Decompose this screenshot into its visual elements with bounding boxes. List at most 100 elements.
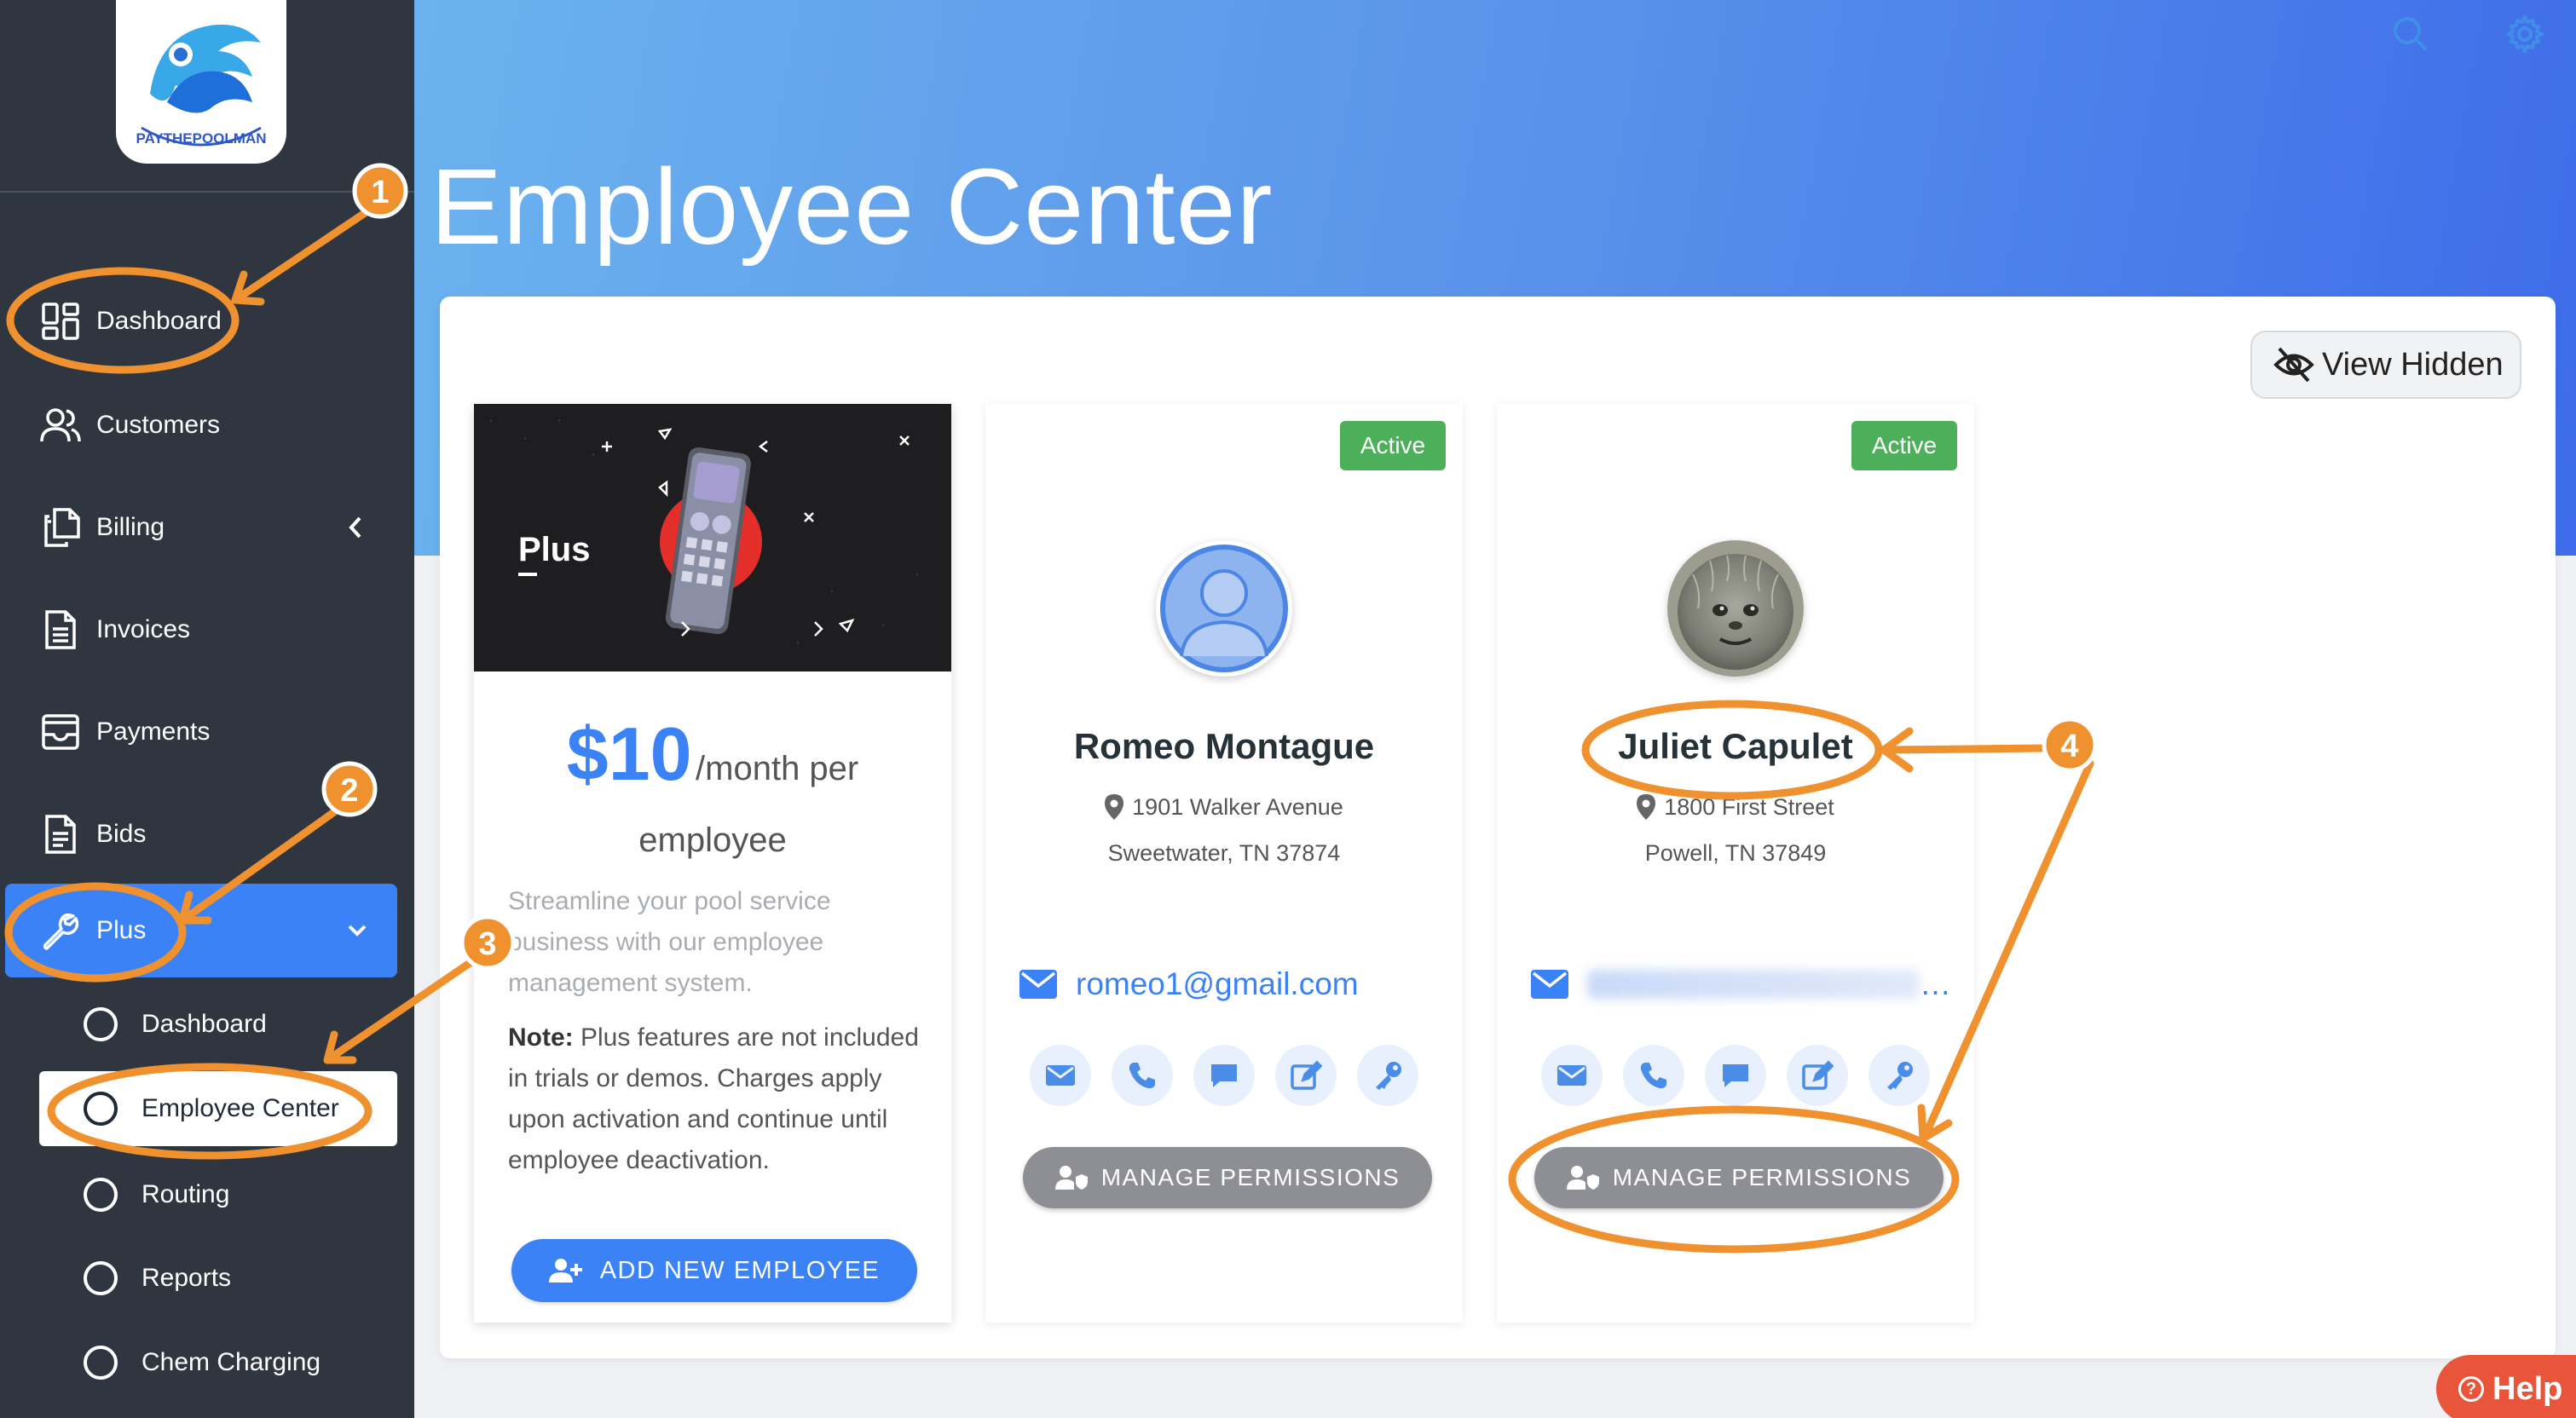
sidebar-item-label: Plus bbox=[96, 916, 147, 944]
plus-banner-image: Plus bbox=[474, 404, 951, 672]
edit-button[interactable] bbox=[1787, 1045, 1848, 1106]
sidebar-subitem-label: Chem Charging bbox=[142, 1348, 321, 1376]
key-icon bbox=[1376, 1062, 1401, 1090]
circle-icon bbox=[84, 1346, 118, 1380]
sidebar-item-payments[interactable]: Payments bbox=[0, 685, 414, 779]
view-hidden-label: View Hidden bbox=[2322, 346, 2504, 383]
redacted-email bbox=[1587, 970, 1920, 999]
envelope-icon bbox=[1557, 1065, 1586, 1086]
add-new-employee-label: ADD NEW EMPLOYEE bbox=[599, 1256, 881, 1284]
employee-email-text: … bbox=[1920, 966, 1951, 1001]
company-logo[interactable]: PAYTHEPOOLMAN bbox=[116, 0, 286, 164]
plus-note-label: Note: bbox=[508, 1023, 574, 1052]
sidebar-item-label: Dashboard bbox=[96, 307, 222, 335]
pool-splash-logo-icon: PAYTHEPOOLMAN bbox=[136, 24, 267, 147]
sidebar: PAYTHEPOOLMAN Dashboard Customers Billin… bbox=[0, 0, 414, 1418]
price-row: $10 /month per bbox=[474, 711, 951, 798]
employee-address-line2: Sweetwater, TN 37874 bbox=[1107, 840, 1341, 866]
search-icon[interactable] bbox=[2390, 14, 2431, 55]
send-email-button[interactable] bbox=[1541, 1045, 1603, 1106]
sidebar-item-label: Customers bbox=[96, 411, 221, 439]
phone-icon bbox=[1640, 1063, 1666, 1089]
phone-icon bbox=[1129, 1063, 1155, 1089]
employee-action-icons bbox=[1030, 1045, 1439, 1106]
add-new-employee-button[interactable]: ADD NEW EMPLOYEE bbox=[511, 1239, 917, 1302]
sidebar-item-dashboard[interactable]: Dashboard bbox=[0, 274, 414, 368]
sidebar-item-plus[interactable]: Plus bbox=[5, 884, 397, 977]
employee-name: Juliet Capulet bbox=[1618, 726, 1853, 766]
call-button[interactable] bbox=[1623, 1045, 1684, 1106]
users-icon bbox=[40, 408, 81, 442]
sidebar-item-label: Bids bbox=[96, 820, 147, 848]
price-unit-continued: employee bbox=[638, 821, 787, 859]
eye-slash-icon bbox=[2273, 347, 2314, 383]
envelope-icon bbox=[1046, 1065, 1075, 1086]
sidebar-item-customers[interactable]: Customers bbox=[0, 378, 414, 472]
employee-address-line1: 1800 First Street bbox=[1497, 794, 1974, 821]
user-plus-icon bbox=[548, 1259, 582, 1283]
plus-banner-text: Plus bbox=[518, 531, 590, 568]
sidebar-subitem-routing[interactable]: Routing bbox=[39, 1157, 397, 1232]
map-pin-icon bbox=[1637, 794, 1656, 820]
chat-icon bbox=[1211, 1064, 1237, 1087]
price-unit: /month per bbox=[696, 750, 859, 787]
call-button[interactable] bbox=[1112, 1045, 1173, 1106]
edit-icon bbox=[1802, 1060, 1834, 1090]
circle-icon bbox=[84, 1007, 118, 1041]
plus-promo-card: Plus $10 /month per employee Streamline … bbox=[474, 404, 951, 1323]
manage-permissions-button[interactable]: MANAGE PERMISSIONS bbox=[1534, 1147, 1944, 1208]
employee-email[interactable]: romeo1@gmail.com bbox=[1019, 966, 1446, 1002]
message-button[interactable] bbox=[1705, 1045, 1766, 1106]
avatar[interactable] bbox=[1667, 540, 1804, 677]
manage-permissions-button[interactable]: MANAGE PERMISSIONS bbox=[1023, 1147, 1432, 1208]
sidebar-item-invoices[interactable]: Invoices bbox=[0, 583, 414, 677]
employee-address-line2: Powell, TN 37849 bbox=[1644, 840, 1827, 866]
sidebar-item-billing[interactable]: Billing bbox=[0, 481, 414, 574]
copy-documents-icon bbox=[44, 508, 80, 547]
employee-email-text: romeo1@gmail.com bbox=[1076, 966, 1359, 1001]
sidebar-item-bids[interactable]: Bids bbox=[0, 787, 414, 881]
key-icon bbox=[1887, 1062, 1913, 1090]
gear-icon[interactable] bbox=[2504, 14, 2545, 55]
edit-button[interactable] bbox=[1275, 1045, 1337, 1106]
sidebar-subitem-reports[interactable]: Reports bbox=[39, 1241, 397, 1316]
employee-email[interactable]: … bbox=[1531, 966, 1957, 1002]
employee-address-line1: 1901 Walker Avenue bbox=[985, 794, 1463, 821]
sidebar-subitem-label: Routing bbox=[142, 1180, 230, 1208]
logo-text: PAYTHEPOOLMAN bbox=[136, 130, 266, 147]
message-button[interactable] bbox=[1193, 1045, 1255, 1106]
help-label: Help bbox=[2492, 1370, 2563, 1407]
password-key-button[interactable] bbox=[1357, 1045, 1418, 1106]
sidebar-subitem-chem-charging[interactable]: Chem Charging bbox=[39, 1325, 397, 1400]
chevron-down-icon[interactable] bbox=[343, 916, 372, 945]
help-button[interactable]: ? Help bbox=[2436, 1355, 2576, 1418]
question-icon: ? bbox=[2458, 1376, 2484, 1402]
map-pin-icon bbox=[1105, 794, 1124, 820]
bid-document-icon bbox=[45, 815, 76, 854]
sidebar-subitem-employee-center[interactable]: Employee Center bbox=[39, 1071, 397, 1146]
sidebar-divider bbox=[0, 191, 414, 193]
password-key-button[interactable] bbox=[1868, 1045, 1930, 1106]
user-shield-icon bbox=[1566, 1166, 1599, 1190]
avatar[interactable] bbox=[1156, 540, 1292, 677]
manage-permissions-label: MANAGE PERMISSIONS bbox=[1612, 1164, 1912, 1190]
user-shield-icon bbox=[1054, 1166, 1088, 1190]
envelope-icon bbox=[1531, 970, 1568, 999]
sidebar-item-label: Billing bbox=[96, 513, 165, 541]
status-badge: Active bbox=[1851, 421, 1957, 470]
sidebar-subitem-dashboard[interactable]: Dashboard bbox=[39, 987, 397, 1062]
sidebar-subitem-label: Reports bbox=[142, 1264, 232, 1292]
manage-permissions-label: MANAGE PERMISSIONS bbox=[1100, 1164, 1401, 1190]
status-badge: Active bbox=[1340, 421, 1446, 470]
price-amount: $10 bbox=[566, 712, 692, 796]
dashboard-icon bbox=[42, 303, 79, 340]
chevron-left-icon[interactable] bbox=[341, 513, 370, 542]
furry-creature-photo-icon bbox=[1667, 540, 1804, 677]
employee-card: Active Juliet Capulet 1800 First Street … bbox=[1497, 404, 1974, 1323]
address-line1-text: 1800 First Street bbox=[1664, 794, 1834, 820]
invoice-document-icon bbox=[45, 610, 76, 649]
page-title: Employee Center bbox=[430, 147, 1274, 267]
view-hidden-button[interactable]: View Hidden bbox=[2250, 331, 2521, 399]
send-email-button[interactable] bbox=[1030, 1045, 1091, 1106]
sidebar-subitem-label: Employee Center bbox=[142, 1094, 339, 1122]
